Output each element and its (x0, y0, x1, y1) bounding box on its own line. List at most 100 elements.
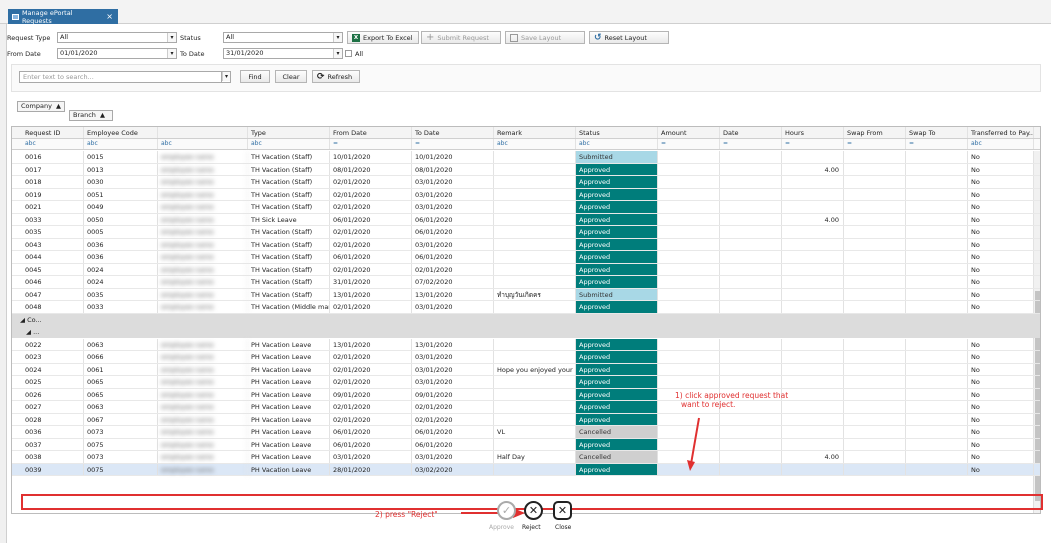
col-status-cell: Cancelled (576, 426, 658, 438)
col-employee-name-header[interactable] (158, 127, 248, 138)
table-row[interactable]: 0043 0036 employee name TH Vacation (Staff)… (12, 238, 1040, 251)
col-date-header[interactable]: Date (720, 127, 782, 138)
reject-button[interactable]: ✕ (524, 501, 543, 520)
save-layout-button[interactable]: Save Layout (505, 31, 585, 44)
filter-cell-icon[interactable]: abc (494, 139, 576, 149)
group-chip-company[interactable]: Company ▲ (17, 101, 65, 112)
col-status-header[interactable]: Status (576, 127, 658, 138)
table-row[interactable]: 0033 0050 employee name TH Sick Leave 06/01/… (12, 213, 1040, 226)
search-input[interactable]: Enter text to search... (19, 71, 229, 83)
col-request-id-cell: 0033 (22, 213, 84, 225)
table-row[interactable]: 0023 0066 employee name PH Vacation Leave 02… (12, 351, 1040, 364)
table-row[interactable]: 0025 0065 employee name PH Vacation Leave 02… (12, 376, 1040, 389)
approve-button[interactable]: ✓ (497, 501, 516, 520)
col-from-date-header[interactable]: From Date (330, 127, 412, 138)
table-row[interactable]: 0021 0049 employee name TH Vacation (Staff)… (12, 201, 1040, 214)
refresh-icon: ⟳ (317, 71, 325, 82)
col-type-header[interactable]: Type (248, 127, 330, 138)
table-row[interactable]: 0022 0063 employee name PH Vacation Leave 13… (12, 338, 1040, 351)
export-to-excel-button[interactable]: X Export To Excel (347, 31, 419, 44)
col-swap-to-header[interactable]: Swap To (906, 127, 968, 138)
filter-cell-icon[interactable]: abc (158, 139, 248, 149)
from-date-input[interactable]: 01/01/2020 ▾ (57, 48, 177, 59)
find-button[interactable]: Find (240, 70, 270, 83)
table-row[interactable]: 0026 0065 employee name PH Vacation Leave 09… (12, 388, 1040, 401)
col-hours-cell (782, 438, 844, 450)
filter-cell-icon[interactable]: = (844, 139, 906, 149)
col-request-id-header[interactable]: Request ID (22, 127, 84, 138)
table-row[interactable]: 0044 0036 employee name TH Vacation (Staff)… (12, 251, 1040, 264)
filter-cell-icon[interactable]: abc (248, 139, 330, 149)
chevron-down-icon[interactable]: ▾ (333, 33, 342, 42)
table-row[interactable]: 0016 0015 employee name TH Vacation (Staff)… (12, 151, 1040, 164)
chevron-down-icon[interactable]: ▾ (333, 49, 342, 58)
close-button[interactable]: ✕ (553, 501, 572, 520)
chevron-down-icon[interactable]: ▾ (222, 72, 230, 81)
col-date-cell (720, 301, 782, 313)
group-chip-branch[interactable]: Branch ▲ (69, 110, 113, 121)
close-tab-icon[interactable]: × (106, 12, 113, 21)
col-remark-header[interactable]: Remark (494, 127, 576, 138)
filter-cell-icon[interactable]: abc (576, 139, 658, 149)
table-row[interactable]: 0024 0061 employee name PH Vacation Leave 02… (12, 363, 1040, 376)
filter-cell-icon[interactable]: = (412, 139, 494, 149)
table-row[interactable]: 0046 0024 employee name TH Vacation (Staff)… (12, 276, 1040, 289)
table-row[interactable]: 0038 0073 employee name PH Vacation Leave 03… (12, 451, 1040, 464)
col-hours-header[interactable]: Hours (782, 127, 844, 138)
col-amount-cell (658, 276, 720, 288)
col-remark-cell (494, 251, 576, 263)
table-row[interactable]: 0017 0013 employee name TH Vacation (Staff)… (12, 163, 1040, 176)
filter-cell-icon[interactable]: abc (22, 139, 84, 149)
group-row[interactable]: ◢ Co... (12, 313, 1040, 326)
col-date-cell (720, 176, 782, 188)
col-request-id-cell: 0044 (22, 251, 84, 263)
save-icon (510, 33, 518, 42)
all-checkbox[interactable] (345, 50, 352, 57)
clear-button[interactable]: Clear (275, 70, 307, 83)
table-row[interactable]: 0048 0033 employee name TH Vacation (Middle… (12, 301, 1040, 314)
col-from-date-cell: 13/01/2020 (330, 288, 412, 300)
col-swap-from-header[interactable]: Swap From (844, 127, 906, 138)
col-type-cell: TH Vacation (Staff) (248, 251, 330, 263)
col-date-cell (720, 213, 782, 225)
table-row[interactable]: 0027 0063 employee name PH Vacation Leave 02… (12, 401, 1040, 414)
reset-layout-button[interactable]: ↺ Reset Layout (589, 31, 669, 44)
table-row[interactable]: 0019 0051 employee name TH Vacation (Staff)… (12, 188, 1040, 201)
table-row[interactable]: 0036 0073 employee name PH Vacation Leave 06… (12, 426, 1040, 439)
refresh-button[interactable]: ⟳ Refresh (312, 70, 360, 83)
col-type-cell: PH Vacation Leave (248, 463, 330, 475)
table-row[interactable]: 0045 0024 employee name TH Vacation (Staff)… (12, 263, 1040, 276)
col-employee-code-header[interactable]: Employee Code (84, 127, 158, 138)
status-select[interactable]: All ▾ (223, 32, 343, 43)
filter-cell-icon[interactable]: = (906, 139, 968, 149)
search-dropdown[interactable]: ▾ (221, 71, 231, 83)
col-status-cell: Cancelled (576, 451, 658, 463)
col-from-date-cell: 02/01/2020 (330, 401, 412, 413)
request-type-select[interactable]: All ▾ (57, 32, 177, 43)
col-to-date-header[interactable]: To Date (412, 127, 494, 138)
table-row[interactable]: 0018 0030 employee name TH Vacation (Staff)… (12, 176, 1040, 189)
chevron-down-icon[interactable]: ▾ (167, 49, 176, 58)
col-amount-cell (658, 163, 720, 175)
table-row[interactable]: 0047 0035 employee name TH Vacation (Staff)… (12, 288, 1040, 301)
to-date-input[interactable]: 31/01/2020 ▾ (223, 48, 343, 59)
filter-cell-icon[interactable]: = (330, 139, 412, 149)
col-employee-name-cell: employee name (158, 426, 248, 438)
filter-cell-icon[interactable]: abc (968, 139, 1034, 149)
filter-cell-icon[interactable]: abc (84, 139, 158, 149)
filter-cell-icon[interactable]: = (720, 139, 782, 149)
x-circle-icon: ✕ (528, 504, 539, 517)
submit-request-button[interactable]: + Submit Request (421, 31, 501, 44)
col-transferred-header[interactable]: Transferred to Pay... (968, 127, 1034, 138)
filter-cell-icon[interactable]: = (658, 139, 720, 149)
table-row[interactable]: 0039 0075 employee name PH Vacation Leave 28… (12, 463, 1040, 476)
table-row[interactable]: 0037 0075 employee name PH Vacation Leave 06… (12, 438, 1040, 451)
filter-cell-icon[interactable]: = (782, 139, 844, 149)
table-row[interactable]: 0028 0067 employee name PH Vacation Leave 02… (12, 413, 1040, 426)
col-swap-to-cell (906, 376, 968, 388)
chevron-down-icon[interactable]: ▾ (167, 33, 176, 42)
table-row[interactable]: 0035 0005 employee name TH Vacation (Staff)… (12, 226, 1040, 239)
col-amount-header[interactable]: Amount (658, 127, 720, 138)
tab-manage-eportal-requests[interactable]: Manage ePortal Requests × (8, 9, 118, 25)
group-row[interactable]: ◢ ... (12, 326, 1040, 338)
